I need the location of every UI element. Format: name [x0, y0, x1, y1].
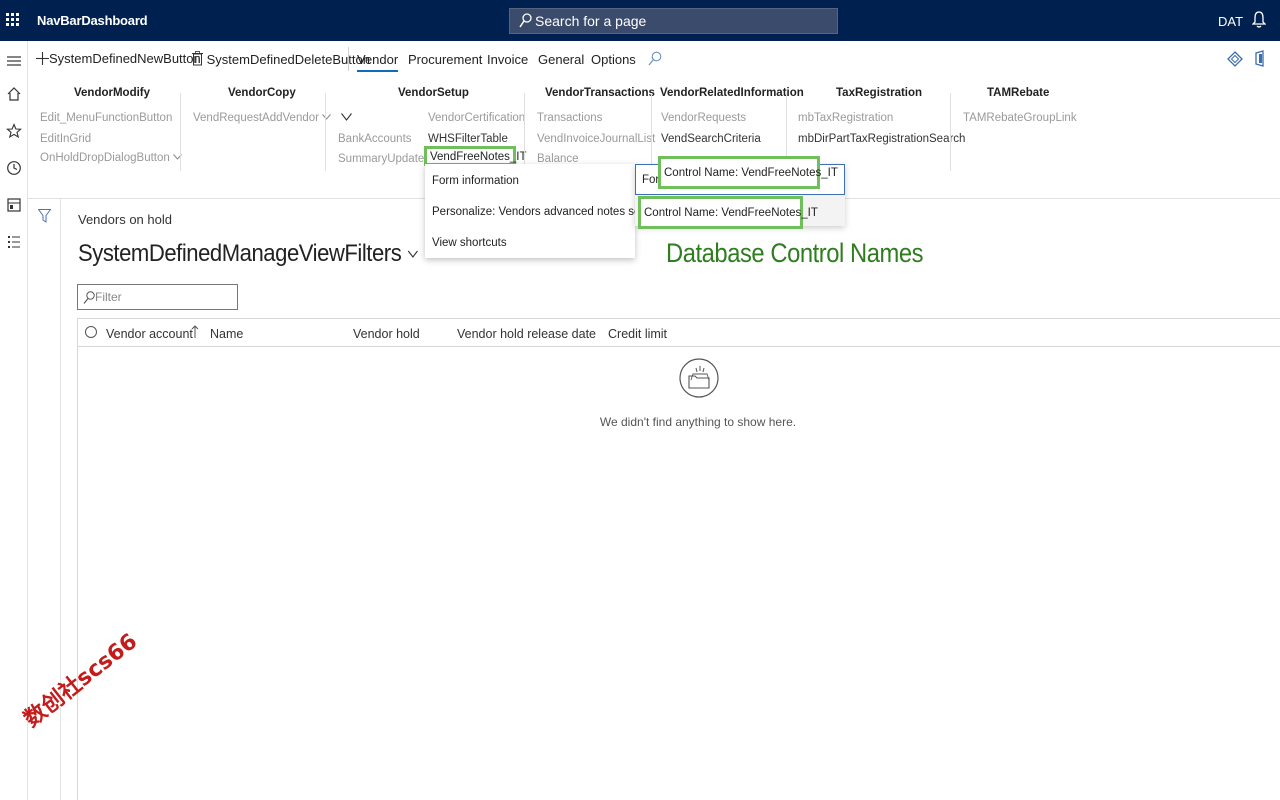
- group-divider: [180, 93, 181, 171]
- menu-item-view-shortcuts[interactable]: View shortcuts: [432, 237, 507, 249]
- ribbon-item-vendsearchcriteria[interactable]: VendSearchCriteria: [661, 133, 761, 145]
- onhold-dropdown-label: OnHoldDropDialogButton: [40, 152, 170, 164]
- grid-header-row: Vendor account Name Vendor hold Vendor h…: [78, 318, 1280, 347]
- group-title-vendortransactions: VendorTransactions: [545, 87, 655, 99]
- modules-list-icon[interactable]: [6, 234, 22, 250]
- recent-clock-icon[interactable]: [6, 160, 22, 176]
- group-title-vendormodify: VendorModify: [74, 87, 151, 99]
- select-all-radio[interactable]: [85, 326, 97, 338]
- group-title-vendorcopy: VendorCopy: [228, 87, 296, 99]
- group-title-tamrebate: TAMRebate: [987, 87, 1050, 99]
- ribbon-item-transactions[interactable]: Transactions: [537, 112, 602, 124]
- annotation-database-control-names: Database Control Names: [666, 238, 924, 268]
- vendrequestaddvendor-label: VendRequestAddVendor: [193, 112, 319, 124]
- ribbon-item-edit-menufunctionbutton[interactable]: Edit_MenuFunctionButton: [40, 112, 172, 124]
- trash-icon: [192, 51, 203, 66]
- context-menu: Form information Personalize: Vendors ad…: [425, 164, 656, 258]
- group-divider: [524, 93, 525, 171]
- ribbon-item-vendrequestaddvendor[interactable]: VendRequestAddVendor: [193, 112, 332, 124]
- control-name-label-2[interactable]: Control Name: VendFreeNotes_IT: [638, 196, 818, 229]
- column-header-vendor-hold[interactable]: Vendor hold: [353, 327, 420, 341]
- ribbon-item-editingrid[interactable]: EditInGrid: [40, 133, 91, 145]
- page-search-box[interactable]: [509, 8, 838, 34]
- column-header-vendor-hold-release-date[interactable]: Vendor hold release date: [457, 327, 596, 341]
- ribbon-item-mbtaxregistration[interactable]: mbTaxRegistration: [798, 112, 893, 124]
- action-pane: SystemDefinedNewButton SystemDefinedDele…: [28, 41, 1280, 79]
- view-title: SystemDefinedManageViewFilters: [78, 240, 402, 267]
- search-icon: [519, 13, 532, 28]
- ribbon-item-tamrebategrouplink[interactable]: TAMRebateGroupLink: [963, 112, 1077, 124]
- ribbon-item-vendinvoicejournallist[interactable]: VendInvoiceJournalList: [537, 133, 655, 145]
- company-selector[interactable]: DAT: [1218, 14, 1243, 29]
- action-search-icon[interactable]: [648, 51, 662, 66]
- menu-item-form-information[interactable]: Form information: [432, 175, 519, 187]
- tab-procurement[interactable]: Procurement: [408, 52, 482, 67]
- ribbon-item-vendorrequests[interactable]: VendorRequests: [661, 112, 746, 124]
- search-icon: [83, 291, 95, 304]
- new-button[interactable]: SystemDefinedNewButton: [36, 51, 201, 66]
- grid-left-border: [77, 318, 78, 800]
- tab-invoice[interactable]: Invoice: [487, 52, 528, 67]
- group-divider: [950, 93, 951, 171]
- top-navigation-bar: NavBarDashboard DAT: [0, 0, 1280, 41]
- column-header-name[interactable]: Name: [210, 327, 243, 341]
- group-divider: [651, 93, 652, 171]
- tab-general[interactable]: General: [538, 52, 584, 67]
- ribbon-item-bankaccounts[interactable]: BankAccounts: [338, 133, 412, 145]
- favorites-star-icon[interactable]: [5, 123, 23, 139]
- group-title-taxregistration: TaxRegistration: [836, 87, 923, 99]
- search-input[interactable]: [535, 12, 825, 30]
- column-header-vendor-account[interactable]: Vendor account: [106, 327, 193, 341]
- ribbon-item-whsfiltertable[interactable]: WHSFilterTable: [428, 133, 508, 145]
- column-header-credit-limit[interactable]: Credit limit: [608, 327, 667, 341]
- notification-bell-icon[interactable]: [1252, 11, 1266, 28]
- page-caption: Vendors on hold: [78, 212, 172, 227]
- group-title-vendorsetup: VendorSetup: [398, 87, 469, 99]
- ribbon-item-vendorcertification[interactable]: VendorCertification: [428, 112, 525, 124]
- action-pane-divider: [348, 47, 349, 71]
- power-apps-icon[interactable]: [1227, 51, 1243, 67]
- new-button-label: SystemDefinedNewButton: [49, 51, 201, 66]
- group-divider: [325, 93, 326, 171]
- delete-button-label: SystemDefinedDeleteButton: [206, 52, 370, 67]
- hamburger-menu-icon[interactable]: [6, 53, 22, 69]
- ribbon-item-summaryupdate[interactable]: SummaryUpdate: [338, 153, 424, 165]
- submenu-form-prefix: For: [642, 174, 660, 186]
- chevron-down-icon[interactable]: [341, 113, 352, 121]
- workspaces-icon[interactable]: [6, 197, 22, 213]
- ribbon-item-vendfreenotes-it[interactable]: VendFreeNotes_IT: [424, 146, 527, 166]
- tab-options[interactable]: Options: [591, 52, 636, 67]
- empty-folder-icon: [679, 358, 719, 398]
- menu-item-personalize[interactable]: Personalize: Vendors advanced notes setu…: [432, 206, 656, 218]
- ribbon-item-onholddropdialogbutton[interactable]: OnHoldDropDialogButton: [40, 152, 182, 164]
- ribbon-item-mbdirparttaxregistrationsearch[interactable]: mbDirPartTaxRegistrationSearch: [798, 133, 965, 145]
- filter-funnel-icon[interactable]: [38, 209, 51, 223]
- chevron-down-icon: [407, 250, 418, 258]
- app-launcher-icon[interactable]: [6, 13, 20, 27]
- sort-ascending-icon[interactable]: [191, 325, 199, 339]
- tab-vendor[interactable]: Vendor: [357, 52, 399, 72]
- delete-button[interactable]: SystemDefinedDeleteButton: [192, 51, 370, 67]
- quick-filter-box[interactable]: [77, 284, 238, 310]
- chevron-down-icon: [322, 114, 332, 120]
- plus-icon: [36, 52, 49, 65]
- filter-input[interactable]: [95, 289, 233, 305]
- office-icon[interactable]: [1254, 50, 1266, 67]
- app-title: NavBarDashboard: [37, 13, 148, 28]
- group-title-vendorrelatedinformation: VendorRelatedInformation: [660, 87, 804, 99]
- view-selector[interactable]: SystemDefinedManageViewFilters: [78, 240, 418, 268]
- empty-state-message: We didn't find anything to show here.: [599, 415, 797, 429]
- control-name-label-1[interactable]: Control Name: VendFreeNotes_IT: [658, 156, 838, 189]
- home-icon[interactable]: [6, 86, 22, 102]
